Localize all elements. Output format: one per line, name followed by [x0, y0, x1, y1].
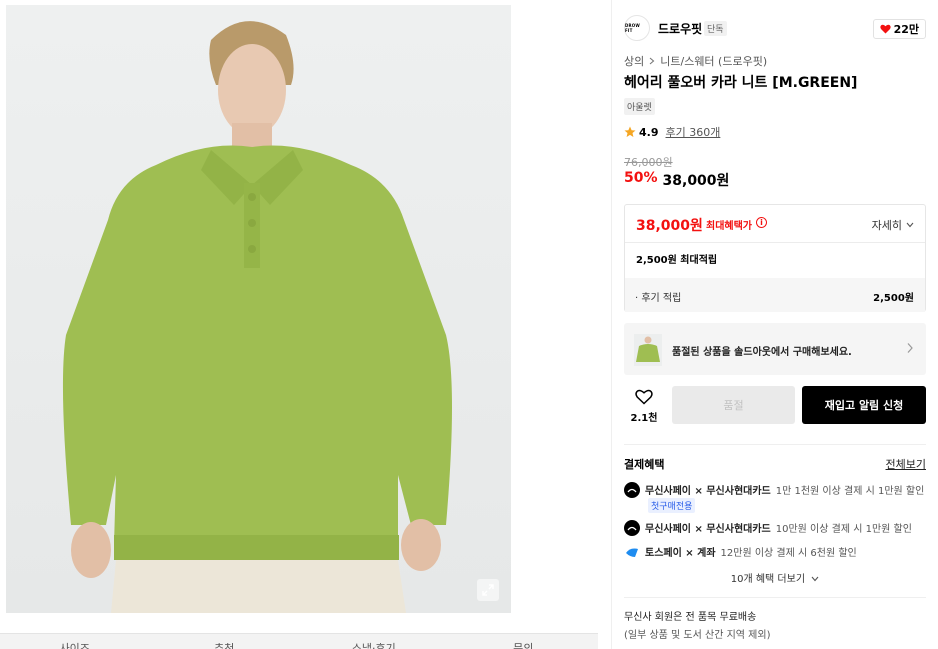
brand-like-count: 22만	[893, 23, 919, 36]
musinsa-pay-icon	[624, 520, 640, 536]
max-benefit-price: 38,000원	[636, 218, 703, 234]
column-divider	[611, 0, 612, 649]
model-illustration	[62, 21, 452, 613]
musinsa-pay-icon	[624, 482, 640, 498]
review-points-value: 2,500원	[873, 293, 914, 304]
chevron-down-icon	[906, 222, 914, 228]
star-icon	[624, 126, 636, 137]
payment-benefit-desc: 1만 1천원 이상 결제 시 1만원 할인	[775, 486, 925, 497]
brand-like-button[interactable]: 22만	[872, 19, 926, 39]
section-divider	[624, 444, 926, 445]
tab-recommend[interactable]: 추천	[150, 634, 300, 649]
payment-benefit-name: 무신사페이 × 무신사현대카드	[645, 486, 771, 497]
rating-row: 4.9 후기 360개	[624, 124, 720, 140]
max-benefit-row: 38,000원 최대혜택가 i 자세히	[625, 205, 925, 243]
product-title: 헤어리 풀오버 카라 니트 [M.GREEN]	[624, 75, 858, 91]
review-points-label: · 후기 적립	[635, 293, 682, 304]
rating-score: 4.9	[639, 125, 659, 139]
chevron-right-icon	[649, 57, 655, 65]
soldout-banner[interactable]: 품절된 상품을 솔드아웃에서 구매해보세요.	[624, 323, 926, 375]
exclusive-badge: 단독	[704, 21, 727, 36]
breadcrumb-category[interactable]: 상의	[624, 53, 644, 69]
brand-row: DROW FIT 드로우핏 단독 22만	[624, 15, 926, 41]
payment-benefit-name: 토스페이 × 계좌	[645, 548, 716, 559]
outlet-badge: 아울렛	[624, 98, 655, 115]
soldout-thumbnail	[634, 334, 662, 366]
original-price: 76,000원	[624, 156, 673, 169]
wishlist-button[interactable]: 2.1천	[624, 386, 664, 424]
discount-rate: 50%	[624, 170, 658, 186]
shipping-info: 무신사 회원은 전 품목 무료배송	[624, 612, 757, 623]
soldout-button: 품절	[672, 386, 795, 424]
product-tabs: 사이즈 추천 스냅·후기 문의	[0, 633, 598, 649]
benefit-detail-button[interactable]: 자세히	[872, 217, 914, 233]
toss-pay-icon	[624, 544, 640, 560]
payment-benefit-desc: 12만원 이상 결제 시 6천원 할인	[720, 548, 857, 559]
wishlist-count: 2.1천	[630, 413, 658, 424]
expand-icon[interactable]	[477, 579, 499, 601]
review-count-link[interactable]: 후기 360개	[666, 124, 721, 140]
first-purchase-badge: 첫구매전용	[648, 498, 696, 513]
benefit-box: 38,000원 최대혜택가 i 자세히 2,500원 최대적립 · 후기 적립 …	[624, 204, 926, 312]
heart-filled-icon	[879, 24, 891, 34]
price-row: 50% 38,000원	[624, 170, 729, 190]
payment-benefit-item: 토스페이 × 계좌 12만원 이상 결제 시 6천원 할인	[624, 544, 926, 560]
soldout-banner-text: 품절된 상품을 솔드아웃에서 구매해보세요.	[672, 347, 852, 358]
section-divider	[624, 597, 926, 598]
heart-outline-icon	[635, 389, 653, 405]
chevron-right-icon	[907, 343, 913, 353]
brand-logo[interactable]: DROW FIT	[624, 15, 650, 41]
sale-price: 38,000원	[662, 173, 730, 189]
tab-size[interactable]: 사이즈	[0, 634, 150, 649]
shipping-note: (일부 상품 및 도서 산간 지역 제외)	[624, 630, 771, 641]
max-points: 2,500원 최대적립	[636, 255, 718, 266]
more-benefits-label: 10개 혜택 더보기	[730, 574, 806, 585]
action-row: 2.1천 품절 재입고 알림 신청	[624, 386, 926, 424]
benefit-detail-label: 자세히	[871, 219, 902, 232]
info-icon[interactable]: i	[756, 217, 767, 228]
brand-name[interactable]: 드로우핏	[658, 20, 702, 37]
tab-snap-reviews[interactable]: 스냅·후기	[299, 634, 449, 649]
tab-inquiry[interactable]: 문의	[449, 634, 599, 649]
payment-benefits-title: 결제혜택	[624, 458, 665, 471]
payment-benefit-item: 무신사페이 × 무신사현대카드 10만원 이상 결제 시 1만원 할인	[624, 520, 926, 536]
breadcrumb-subcategory[interactable]: 니트/스웨터 (드로우핏)	[660, 53, 767, 69]
payment-benefit-desc: 10만원 이상 결제 시 1만원 할인	[775, 524, 912, 535]
more-benefits-button[interactable]: 10개 혜택 더보기	[624, 570, 926, 585]
max-benefit-label: 최대혜택가	[706, 221, 752, 232]
chevron-down-icon	[811, 576, 819, 582]
restock-alert-button[interactable]: 재입고 알림 신청	[802, 386, 926, 424]
payment-view-all-link[interactable]: 전체보기	[886, 456, 926, 472]
breadcrumb: 상의 니트/스웨터 (드로우핏)	[624, 53, 767, 69]
product-image[interactable]	[6, 5, 511, 613]
payment-benefit-item: 무신사페이 × 무신사현대카드 1만 1천원 이상 결제 시 1만원 할인	[624, 482, 926, 498]
payment-benefit-name: 무신사페이 × 무신사현대카드	[645, 524, 771, 535]
review-points-row: · 후기 적립 2,500원	[625, 278, 925, 312]
